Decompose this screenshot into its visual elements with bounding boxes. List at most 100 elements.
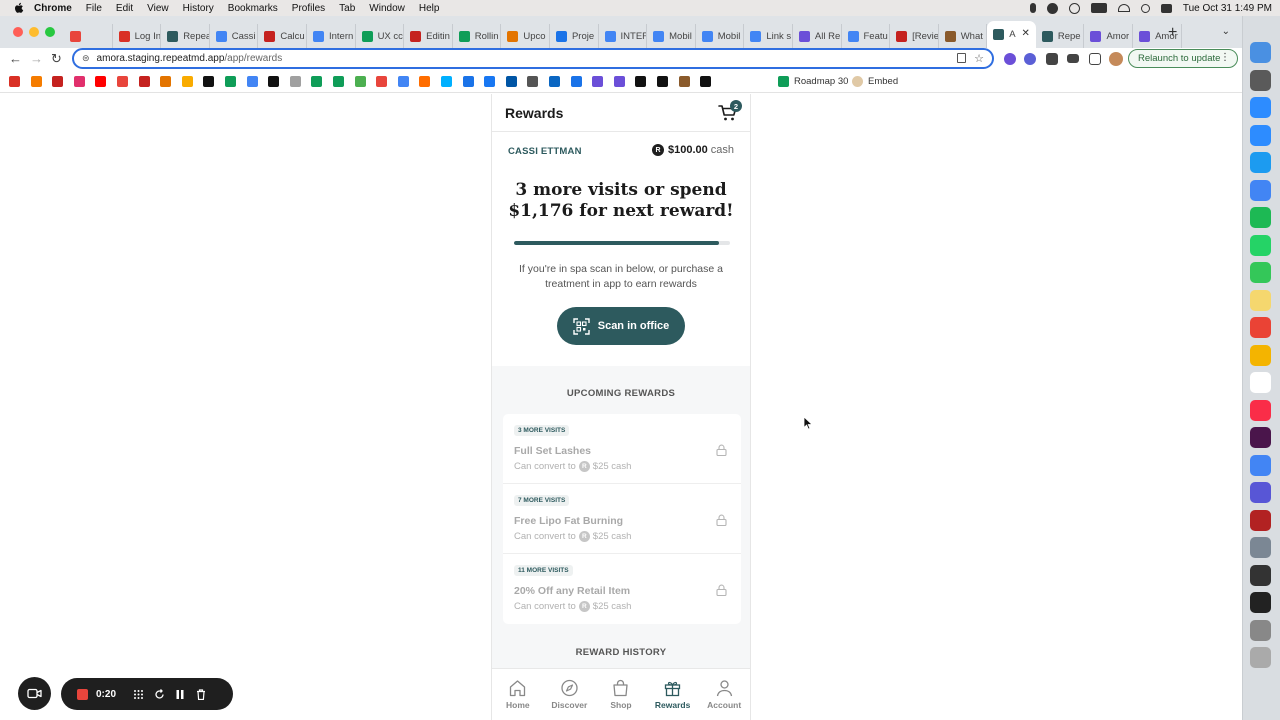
menu-app-name[interactable]: Chrome [34,3,72,14]
bookmark-favicon-icon[interactable] [160,76,172,87]
bookmark-favicon-icon[interactable] [549,76,560,87]
browser-tab[interactable]: Repea [161,24,210,48]
bookmark-favicon-icon[interactable] [289,76,301,87]
restart-icon[interactable] [153,688,165,700]
stop-recording-button[interactable] [77,688,88,700]
bookmark-favicon-icon[interactable] [527,76,539,87]
menu-clock[interactable]: Tue Oct 31 1:49 PM [1183,3,1272,14]
browser-tab[interactable]: Cassi [210,24,259,48]
battery-icon[interactable] [1090,3,1107,13]
dock-app-icon[interactable] [1250,592,1271,613]
bookmark-favicon-icon[interactable] [700,76,712,87]
dock-app-icon[interactable] [1250,207,1271,228]
reward-item[interactable]: 11 MORE VISITS 20% Off any Retail Item C… [503,554,741,624]
browser-tab[interactable]: All Re [793,24,842,48]
bookmark-favicon-icon[interactable] [419,76,431,87]
bookmark-favicon-icon[interactable] [225,76,236,87]
reload-button[interactable]: ↻ [51,51,62,67]
trash-icon[interactable] [195,688,207,700]
minimize-window-button[interactable] [29,27,39,37]
extensions-puzzle-icon[interactable] [1046,53,1058,65]
nav-account[interactable]: Account [698,669,750,720]
grid-dots-icon[interactable] [132,688,144,700]
browser-tab[interactable]: INTEF [599,24,648,48]
screen-record-icon[interactable] [1046,2,1058,14]
reading-list-icon[interactable] [1067,54,1079,63]
dock-app-icon[interactable] [1250,482,1271,503]
menu-view[interactable]: View [147,3,169,14]
menu-edit[interactable]: Edit [116,3,133,14]
bookmark-favicon-icon[interactable] [203,76,215,87]
bookmark-favicon-icon[interactable] [73,76,85,87]
bookmark-favicon-icon[interactable] [138,76,150,87]
bookmark-favicon-icon[interactable] [592,76,604,87]
kebab-menu-icon[interactable]: ⋮ [1220,52,1230,63]
bookmark-favicon-icon[interactable] [52,76,64,87]
side-panel-icon[interactable] [1089,53,1101,65]
browser-tab[interactable]: [Revie [890,24,939,48]
browser-tab[interactable]: Link s [744,24,793,48]
dock-app-icon[interactable] [1250,179,1271,201]
extension-icon[interactable] [1004,53,1016,65]
bookmark-favicon-icon[interactable] [462,76,474,87]
address-bar[interactable]: ⊜ amora.staging.repeatmd.app/app/rewards… [72,48,994,69]
bookmark-favicon-icon[interactable] [268,76,280,87]
dock-app-icon[interactable] [1250,234,1271,256]
bookmark-favicon-icon[interactable] [30,76,42,87]
bookmark-favicon-icon[interactable] [484,76,496,87]
pause-icon[interactable] [174,688,186,700]
extension-icon[interactable] [1024,53,1036,65]
browser-tab[interactable]: UX cc [356,24,405,48]
dock-app-icon[interactable] [1250,124,1271,146]
browser-tab[interactable]: Proje [550,24,599,48]
browser-tab[interactable]: Upco [501,24,550,48]
reward-item[interactable]: 3 MORE VISITS Full Set Lashes Can conver… [503,414,741,484]
relaunch-to-update-button[interactable]: Relaunch to update ⋮ [1128,49,1238,68]
bookmark-favicon-icon[interactable] [613,76,625,87]
dock-app-icon[interactable] [1250,42,1271,63]
browser-tab[interactable]: Mobil [647,24,696,48]
browser-tab[interactable]: Mobil [696,24,745,48]
bookmark-favicon-icon[interactable] [117,76,128,87]
nav-rewards[interactable]: Rewards [647,669,699,720]
browser-tab[interactable]: Repe [1036,24,1085,48]
recorder-camera-button[interactable] [18,677,51,710]
play-status-icon[interactable] [1068,2,1080,14]
menu-file[interactable]: File [86,3,102,14]
bookmark-favicon-icon[interactable] [635,76,647,87]
menu-help[interactable]: Help [419,3,440,14]
dock-app-icon[interactable] [1250,372,1271,393]
bookmark-favicon-icon[interactable] [397,76,409,87]
nav-discover[interactable]: Discover [544,669,596,720]
tab-active[interactable]: A ✕ [987,21,1036,48]
bookmark-favicon-icon[interactable] [311,76,323,87]
back-button[interactable]: ← [9,51,22,66]
browser-tab[interactable]: Featu [842,24,891,48]
close-window-button[interactable] [13,27,23,37]
browser-tab[interactable]: Amor [1084,24,1134,48]
dock-app-icon[interactable] [1250,69,1271,91]
profile-avatar[interactable] [1109,52,1123,66]
bookmark-favicon-icon[interactable] [354,76,366,87]
nav-home[interactable]: Home [492,669,544,720]
scan-in-office-button[interactable]: Scan in office [557,307,685,345]
bookmark-embed[interactable]: Embed [852,76,898,87]
menu-tab[interactable]: Tab [339,3,355,14]
site-info-icon[interactable]: ⊜ [82,53,90,64]
menu-profiles[interactable]: Profiles [292,3,325,14]
bookmark-favicon-icon[interactable] [376,76,388,87]
bookmark-favicon-icon[interactable] [181,76,193,87]
browser-tab[interactable] [64,24,113,48]
dock-app-icon[interactable] [1250,509,1271,531]
bookmark-favicon-icon[interactable] [678,76,690,87]
close-tab-icon[interactable]: ✕ [1021,28,1029,39]
bookmark-favicon-icon[interactable] [95,76,107,87]
dock-app-icon[interactable] [1250,317,1271,338]
bookmark-roadmap[interactable]: Roadmap 30 [778,76,848,87]
nav-shop[interactable]: Shop [595,669,647,720]
apple-menu-icon[interactable] [12,1,26,15]
dock-app-icon[interactable] [1250,262,1271,283]
dock-app-icon[interactable] [1250,152,1271,173]
dock-app-icon[interactable] [1250,537,1271,558]
dock-app-icon[interactable] [1250,399,1271,421]
